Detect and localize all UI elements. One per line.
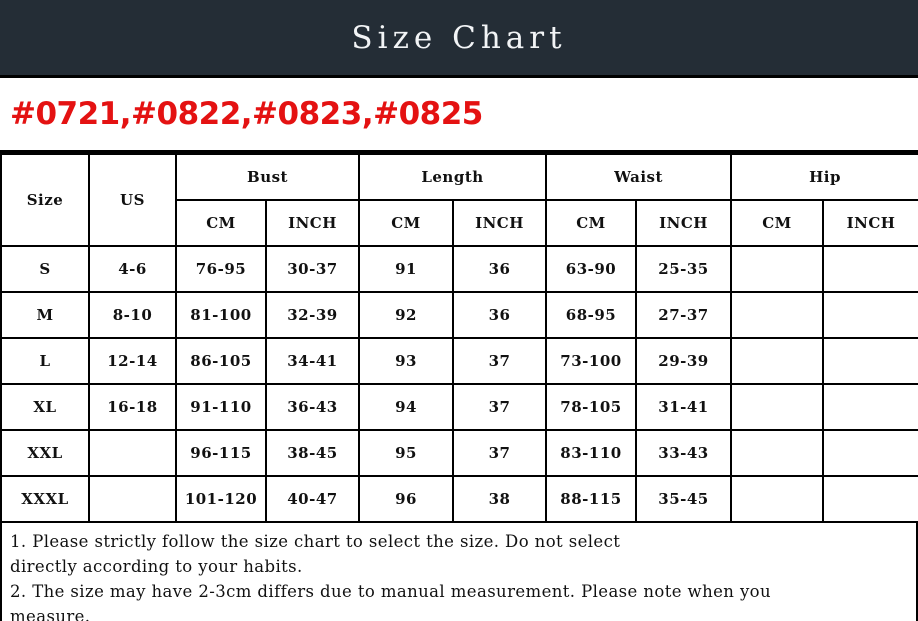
cell-hip-inch (822, 429, 918, 477)
cell-bust-inch: 40-47 (265, 475, 360, 523)
cell-bust-cm: 91-110 (175, 383, 267, 431)
cell-hip-inch (822, 337, 918, 385)
notes-section: 1. Please strictly follow the size chart… (0, 523, 918, 621)
cell-length-cm: 93 (358, 337, 454, 385)
header-size: Size (0, 153, 90, 247)
cell-length-cm: 96 (358, 475, 454, 523)
header-length-cm: CM (358, 199, 454, 247)
cell-waist-inch: 33-43 (635, 429, 733, 477)
cell-us: 4-6 (88, 245, 177, 293)
cell-bust-inch: 34-41 (265, 337, 360, 385)
table-row: XXXL 101-120 40-47 96 38 88-115 35-45 (0, 475, 918, 523)
cell-bust-inch: 30-37 (265, 245, 360, 293)
cell-bust-inch: 32-39 (265, 291, 360, 339)
cell-length-cm: 92 (358, 291, 454, 339)
cell-waist-inch: 25-35 (635, 245, 733, 293)
cell-waist-cm: 73-100 (545, 337, 638, 385)
header-bust-inch: INCH (265, 199, 360, 247)
table-row: M 8-10 81-100 32-39 92 36 68-95 27-37 (0, 291, 918, 339)
cell-waist-cm: 68-95 (545, 291, 638, 339)
cell-hip-cm (730, 245, 825, 293)
cell-length-inch: 36 (451, 291, 548, 339)
header-bust-cm: CM (175, 199, 267, 247)
header-us: US (88, 153, 177, 247)
note-line-2: directly according to your habits. (10, 557, 303, 576)
cell-hip-inch (822, 475, 918, 523)
size-chart-table: Size US Bust Length Waist Hip CM INCH CM… (0, 153, 918, 523)
table-row: XL 16-18 91-110 36-43 94 37 78-105 31-41 (0, 383, 918, 431)
cell-waist-inch: 29-39 (635, 337, 733, 385)
note-line-3: 2. The size may have 2-3cm differs due t… (10, 582, 772, 601)
cell-length-cm: 91 (358, 245, 454, 293)
cell-size: S (0, 245, 90, 293)
size-chart-page: Size Chart #0721,#0822,#0823,#0825 Size … (0, 0, 918, 621)
table-row: S 4-6 76-95 30-37 91 36 63-90 25-35 (0, 245, 918, 293)
cell-length-cm: 95 (358, 429, 454, 477)
cell-us (88, 475, 177, 523)
cell-length-cm: 94 (358, 383, 454, 431)
cell-us: 8-10 (88, 291, 177, 339)
cell-bust-cm: 81-100 (175, 291, 267, 339)
header-waist: Waist (545, 153, 733, 201)
cell-waist-inch: 35-45 (635, 475, 733, 523)
header-hip: Hip (730, 153, 918, 201)
sku-strip: #0721,#0822,#0823,#0825 (0, 78, 918, 153)
cell-hip-cm (730, 337, 825, 385)
cell-length-inch: 37 (451, 383, 548, 431)
cell-size: XXXL (0, 475, 90, 523)
cell-size: L (0, 337, 90, 385)
note-line-4: measure. (10, 607, 91, 621)
header-bust: Bust (175, 153, 360, 201)
cell-hip-cm (730, 383, 825, 431)
table-row: L 12-14 86-105 34-41 93 37 73-100 29-39 (0, 337, 918, 385)
cell-bust-cm: 101-120 (175, 475, 267, 523)
cell-hip-inch (822, 291, 918, 339)
cell-length-inch: 37 (451, 337, 548, 385)
cell-waist-cm: 78-105 (545, 383, 638, 431)
cell-us: 12-14 (88, 337, 177, 385)
page-title: Size Chart (351, 19, 567, 56)
header-waist-inch: INCH (635, 199, 733, 247)
cell-waist-inch: 27-37 (635, 291, 733, 339)
header-length: Length (357, 153, 548, 201)
table-header-group-row: Size US Bust Length Waist Hip (0, 153, 918, 247)
cell-length-inch: 38 (451, 475, 548, 523)
cell-bust-cm: 76-95 (175, 245, 267, 293)
sku-list: #0721,#0822,#0823,#0825 (10, 96, 483, 132)
table-row: XXL 96-115 38-45 95 37 83-110 33-43 (0, 429, 918, 477)
title-banner: Size Chart (0, 0, 918, 78)
cell-waist-cm: 83-110 (545, 429, 638, 477)
header-hip-cm: CM (730, 199, 825, 247)
cell-hip-cm (730, 429, 825, 477)
cell-bust-inch: 36-43 (265, 383, 360, 431)
cell-us: 16-18 (88, 383, 177, 431)
header-waist-cm: CM (545, 199, 638, 247)
cell-bust-cm: 96-115 (175, 429, 267, 477)
cell-bust-inch: 38-45 (265, 429, 360, 477)
cell-hip-inch (822, 245, 918, 293)
cell-hip-cm (730, 291, 825, 339)
cell-size: XL (0, 383, 90, 431)
cell-hip-inch (822, 383, 918, 431)
cell-size: M (0, 291, 90, 339)
cell-waist-inch: 31-41 (635, 383, 733, 431)
cell-length-inch: 37 (451, 429, 548, 477)
cell-hip-cm (730, 475, 825, 523)
cell-waist-cm: 88-115 (545, 475, 638, 523)
cell-size: XXL (0, 429, 90, 477)
note-line-1: 1. Please strictly follow the size chart… (10, 532, 621, 551)
cell-length-inch: 36 (451, 245, 548, 293)
cell-bust-cm: 86-105 (175, 337, 267, 385)
header-length-inch: INCH (451, 199, 548, 247)
cell-us (88, 429, 177, 477)
cell-waist-cm: 63-90 (545, 245, 638, 293)
header-hip-inch: INCH (822, 199, 918, 247)
